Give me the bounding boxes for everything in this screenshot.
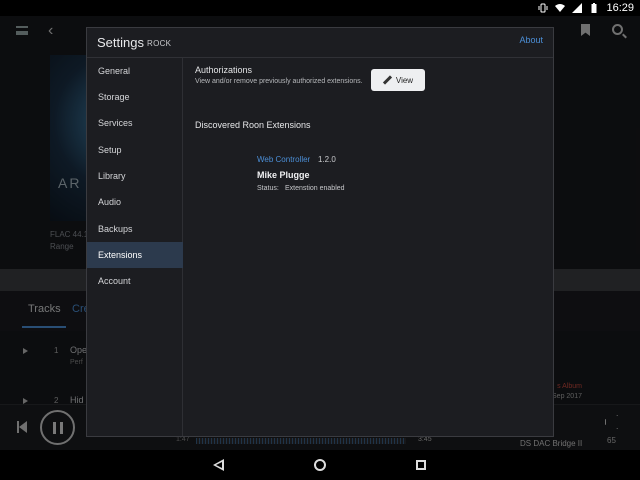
discovered-extensions-title: Discovered Roon Extensions (195, 120, 311, 130)
sidebar-item-library[interactable]: Library (87, 163, 183, 189)
pencil-icon (383, 76, 392, 85)
screen: 16:29 ‹ AR FLAC 44.1k Range Tracks Cre 1… (0, 0, 640, 480)
wifi-icon (555, 4, 566, 12)
signal-icon (572, 3, 583, 13)
sidebar-item-setup[interactable]: Setup (87, 137, 183, 163)
sidebar-item-storage[interactable]: Storage (87, 84, 183, 110)
clock: 16:29 (606, 2, 634, 14)
settings-dialog: Settings ROCK About General Storage Serv… (86, 27, 554, 437)
nav-recents-icon[interactable] (416, 460, 426, 470)
core-name: ROCK (147, 39, 172, 48)
sidebar-item-general[interactable]: General (87, 58, 183, 84)
settings-title: Settings (97, 35, 144, 50)
status-bar: 16:29 (0, 0, 640, 16)
extension-author: Mike Plugge (257, 170, 310, 180)
nav-back-icon[interactable] (213, 459, 224, 471)
sidebar-item-services[interactable]: Services (87, 110, 183, 136)
view-button-label: View (395, 75, 414, 85)
settings-header: Settings ROCK About (87, 28, 553, 58)
sidebar-item-backups[interactable]: Backups (87, 216, 183, 242)
extensions-panel: Authorizations View and/or remove previo… (183, 58, 553, 436)
extension-name-link[interactable]: Web Controller (257, 155, 310, 164)
nav-home-icon[interactable] (314, 459, 326, 471)
settings-sidebar: General Storage Services Setup Library A… (87, 58, 183, 436)
about-link[interactable]: About (519, 35, 543, 45)
extension-status: Extenstion enabled (285, 185, 345, 192)
sidebar-item-extensions[interactable]: Extensions (87, 242, 183, 268)
battery-icon (591, 3, 597, 13)
authorizations-title: Authorizations (195, 65, 253, 75)
vibrate-icon (538, 3, 548, 13)
view-authorizations-button[interactable]: View (371, 69, 425, 91)
android-nav-bar (0, 450, 640, 480)
sidebar-item-audio[interactable]: Audio (87, 189, 183, 215)
extension-version: 1.2.0 (318, 155, 336, 164)
extension-status-label: Status: (257, 185, 279, 192)
sidebar-item-account[interactable]: Account (87, 268, 183, 294)
authorizations-description: View and/or remove previously authorized… (195, 78, 363, 85)
